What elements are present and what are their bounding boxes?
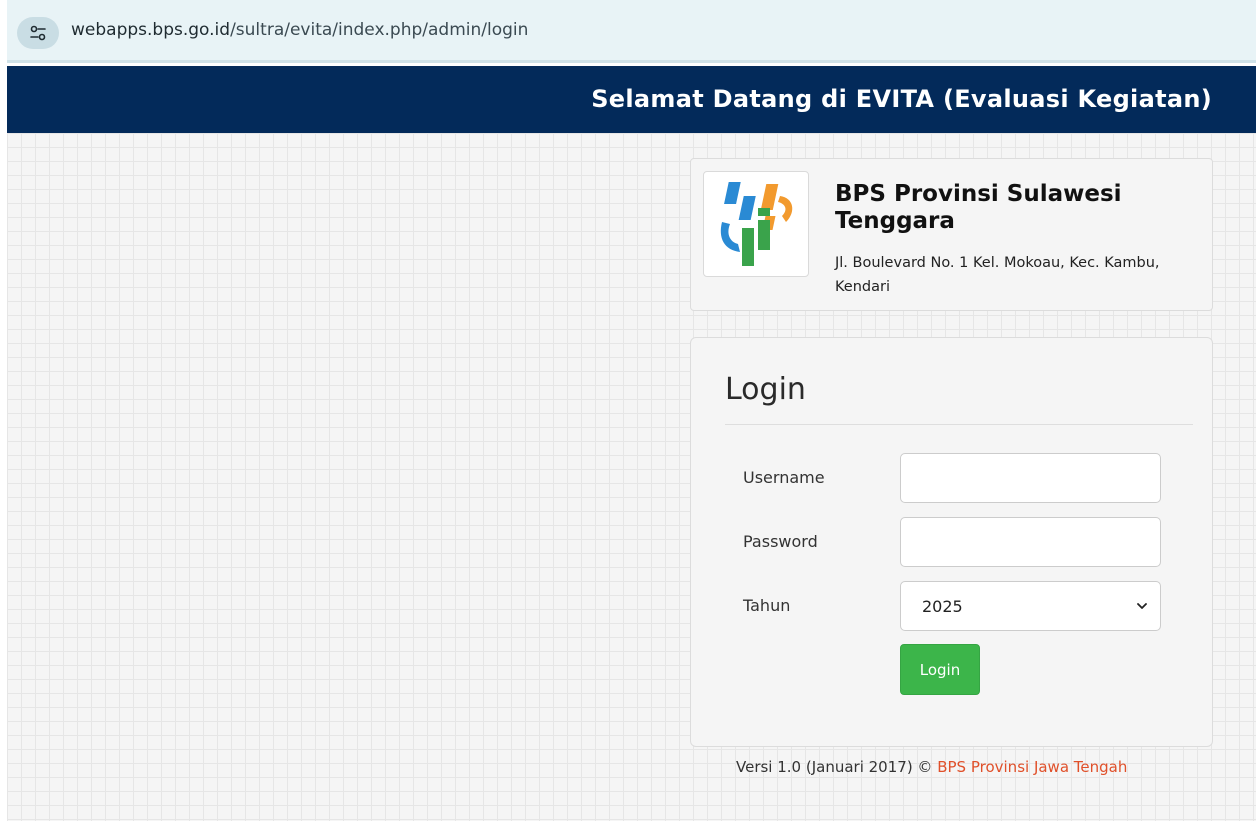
footer-version: Versi 1.0 (Januari 2017) © BPS Provinsi … [736,758,1127,776]
tune-icon [30,25,46,41]
institution-panel: BPS Provinsi Sulawesi Tenggara Jl. Boule… [690,158,1213,311]
institution-name: BPS Provinsi Sulawesi Tenggara [835,181,1122,234]
password-label: Password [743,532,818,551]
login-button[interactable]: Login [900,644,980,695]
year-select-value: 2025 [922,596,963,616]
footer-link[interactable]: BPS Provinsi Jawa Tengah [937,758,1127,776]
url-field[interactable]: webapps.bps.go.id/sultra/evita/index.php… [71,20,528,40]
login-panel: Login Username Password Tahun 2025 Login [690,337,1213,747]
password-input[interactable] [900,517,1161,567]
institution-address: Jl. Boulevard No. 1 Kel. Mokoau, Kec. Ka… [835,255,1160,295]
app-header: Selamat Datang di EVITA (Evaluasi Kegiat… [7,66,1256,133]
url-host: webapps.bps.go.id [71,20,231,40]
browser-address-bar: webapps.bps.go.id/sultra/evita/index.php… [7,0,1256,63]
chevron-down-icon [1137,603,1147,609]
institution-logo [703,171,809,277]
header-title: Selamat Datang di EVITA (Evaluasi Kegiat… [591,85,1212,113]
footer-version-text: Versi 1.0 (Januari 2017) © [736,758,938,776]
login-title: Login [725,372,806,407]
username-input[interactable] [900,453,1161,503]
site-settings-button[interactable] [17,17,59,49]
year-select[interactable]: 2025 [900,581,1161,631]
year-label: Tahun [743,596,791,615]
login-divider [725,424,1193,425]
bps-logo-icon [720,182,793,266]
url-path: /sultra/evita/index.php/admin/login [230,20,529,40]
username-label: Username [743,468,825,487]
